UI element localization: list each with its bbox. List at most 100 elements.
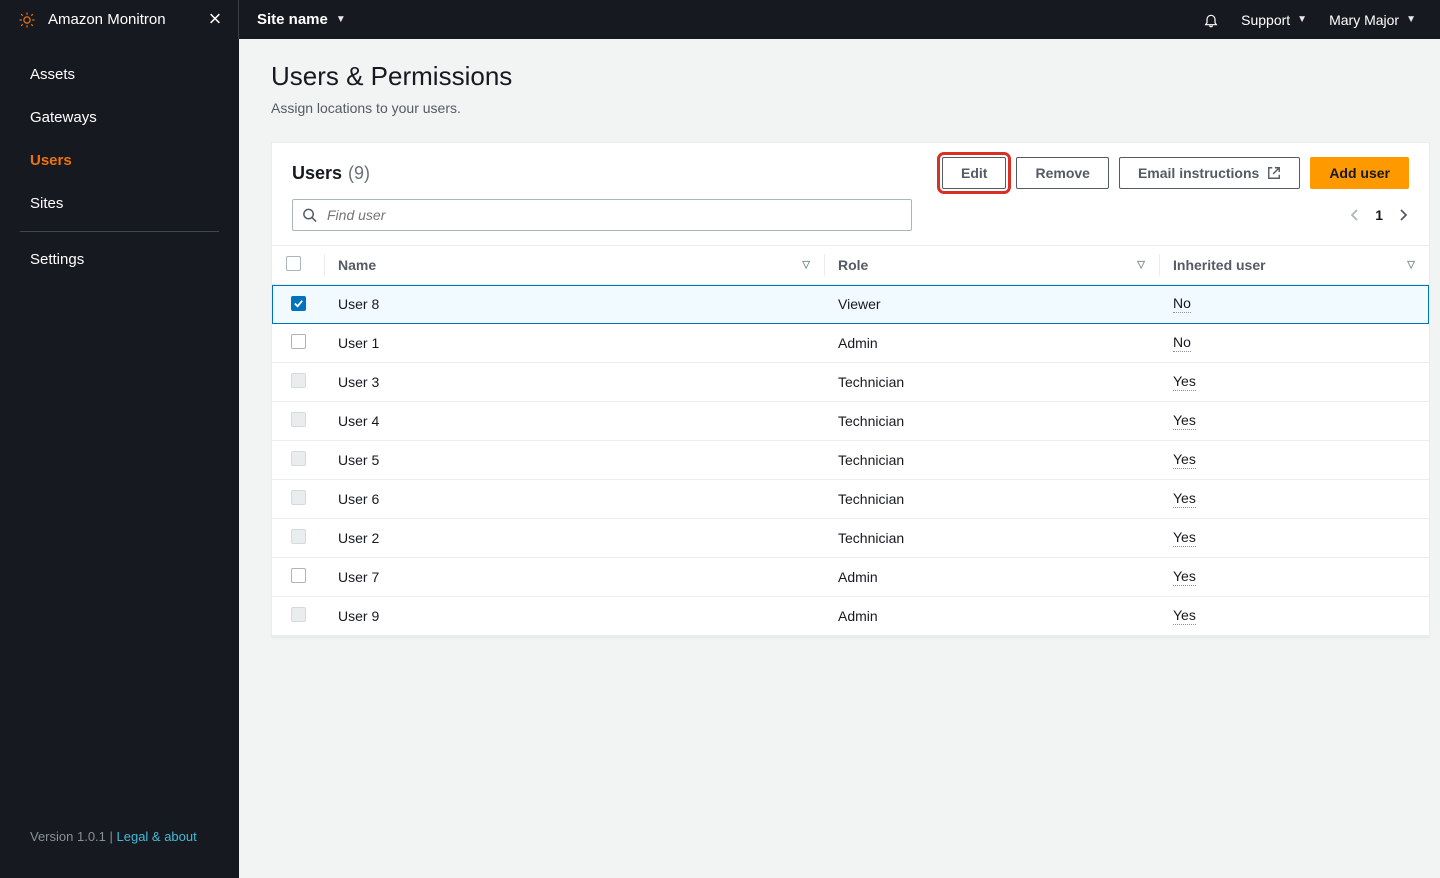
row-checkbox-cell[interactable]: [272, 480, 324, 519]
sort-indicator-icon: ▽: [1407, 260, 1415, 271]
sidebar-item-users[interactable]: Users: [0, 139, 239, 182]
sidebar-item-sites[interactable]: Sites: [0, 182, 239, 225]
row-inherited-cell: Yes: [1159, 597, 1429, 636]
sidebar-item-assets[interactable]: Assets: [0, 53, 239, 96]
row-role-cell: Technician: [824, 519, 1159, 558]
caret-down-icon: ▼: [1297, 14, 1307, 25]
users-panel-title: Users (9): [292, 163, 370, 184]
row-role: Technician: [838, 374, 904, 390]
table-row[interactable]: User 2TechnicianYes: [272, 519, 1429, 558]
row-role-cell: Admin: [824, 597, 1159, 636]
search-icon: [302, 208, 317, 223]
row-inherited-cell: Yes: [1159, 519, 1429, 558]
sidebar-item-label: Gateways: [30, 109, 97, 126]
row-checkbox-cell[interactable]: [272, 363, 324, 402]
panel-toolbar: 1: [272, 189, 1429, 245]
col-header-name-label: Name: [338, 257, 376, 273]
row-name: User 5: [338, 452, 379, 468]
col-header-role[interactable]: Role ▽: [824, 246, 1159, 285]
row-inherited: Yes: [1173, 529, 1196, 547]
row-role-cell: Technician: [824, 441, 1159, 480]
search-input[interactable]: [292, 199, 912, 231]
sidebar: Assets Gateways Users Sites Settings Ver…: [0, 39, 239, 878]
edit-button[interactable]: Edit: [942, 157, 1006, 189]
table-row[interactable]: User 3 Technician Yes: [272, 363, 1429, 402]
pager-prev[interactable]: [1349, 209, 1361, 221]
row-inherited-cell: Yes: [1159, 363, 1429, 402]
user-menu[interactable]: Mary Major ▼: [1329, 12, 1416, 28]
table-row[interactable]: User 9 Admin Yes: [272, 597, 1429, 636]
row-role-cell: Viewer: [824, 285, 1159, 324]
sidebar-item-label: Users: [30, 152, 72, 169]
topbar-right: Support ▼ Mary Major ▼: [1203, 12, 1440, 28]
col-header-checkbox[interactable]: [272, 246, 324, 285]
row-inherited: Yes: [1173, 568, 1196, 586]
topbar: Amazon Monitron Site name ▼ Support ▼ Ma…: [0, 0, 1440, 39]
row-checkbox-cell[interactable]: [272, 597, 324, 636]
row-inherited: Yes: [1173, 607, 1196, 625]
table-row[interactable]: User 6TechnicianYes: [272, 480, 1429, 519]
row-checkbox[interactable]: [291, 412, 306, 427]
row-checkbox[interactable]: [291, 529, 306, 544]
row-checkbox[interactable]: [291, 568, 306, 583]
users-table: Name ▽ Role ▽ Inherited user ▽ User 8: [272, 245, 1429, 636]
support-label: Support: [1241, 12, 1290, 28]
row-inherited-cell: Yes: [1159, 480, 1429, 519]
row-inherited: Yes: [1173, 412, 1196, 430]
page-title: Users & Permissions: [271, 61, 1408, 92]
select-all-checkbox[interactable]: [286, 256, 301, 271]
footer-sep: |: [106, 829, 117, 844]
email-instructions-label: Email instructions: [1138, 165, 1259, 181]
row-checkbox[interactable]: [291, 373, 306, 388]
pager-next[interactable]: [1397, 209, 1409, 221]
site-selector[interactable]: Site name ▼: [239, 11, 346, 28]
table-row[interactable]: User 8ViewerNo: [272, 285, 1429, 324]
panel-actions: Edit Remove Email instructions Add user: [942, 157, 1409, 189]
row-inherited-cell: Yes: [1159, 441, 1429, 480]
row-name-cell: User 9: [324, 597, 824, 636]
sidebar-item-label: Settings: [30, 251, 84, 268]
row-role-cell: Technician: [824, 363, 1159, 402]
row-name: User 9: [338, 608, 379, 624]
panel-title-count: (9): [348, 163, 370, 184]
bell-icon: [1203, 12, 1219, 28]
table-row[interactable]: User 7 Admin Yes: [272, 558, 1429, 597]
col-header-name[interactable]: Name ▽: [324, 246, 824, 285]
sidebar-footer: Version 1.0.1 | Legal & about: [0, 809, 239, 878]
close-icon[interactable]: [208, 9, 222, 30]
table-row[interactable]: User 5 TechnicianYes: [272, 441, 1429, 480]
row-checkbox[interactable]: [291, 490, 306, 505]
sidebar-item-gateways[interactable]: Gateways: [0, 96, 239, 139]
col-header-inherited[interactable]: Inherited user ▽: [1159, 246, 1429, 285]
row-name: User 3: [338, 374, 379, 390]
row-checkbox[interactable]: [291, 607, 306, 622]
table-row[interactable]: User 1AdminNo: [272, 324, 1429, 363]
row-name-cell: User 7: [324, 558, 824, 597]
row-name: User 7: [338, 569, 379, 585]
remove-button[interactable]: Remove: [1016, 157, 1108, 189]
row-role-cell: Technician: [824, 480, 1159, 519]
row-checkbox[interactable]: [291, 334, 306, 349]
row-checkbox-cell[interactable]: [272, 402, 324, 441]
support-menu[interactable]: Support ▼: [1241, 12, 1307, 28]
row-name-cell: User 3: [324, 363, 824, 402]
email-instructions-button[interactable]: Email instructions: [1119, 157, 1300, 189]
table-row[interactable]: User 4TechnicianYes: [272, 402, 1429, 441]
row-checkbox-cell[interactable]: [272, 441, 324, 480]
row-checkbox-cell[interactable]: [272, 558, 324, 597]
row-inherited-cell: Yes: [1159, 402, 1429, 441]
row-checkbox[interactable]: [291, 296, 306, 311]
row-checkbox[interactable]: [291, 451, 306, 466]
row-role-cell: Admin: [824, 558, 1159, 597]
row-name: User 4: [338, 413, 379, 429]
row-checkbox-cell[interactable]: [272, 324, 324, 363]
row-checkbox-cell[interactable]: [272, 519, 324, 558]
sort-indicator-icon: ▽: [802, 260, 810, 271]
sidebar-item-settings[interactable]: Settings: [0, 238, 239, 281]
main-content: Users & Permissions Assign locations to …: [239, 39, 1440, 878]
row-checkbox-cell[interactable]: [272, 285, 324, 324]
sidebar-item-label: Sites: [30, 195, 63, 212]
legal-link[interactable]: Legal & about: [117, 829, 197, 844]
notifications-button[interactable]: [1203, 12, 1219, 28]
add-user-button[interactable]: Add user: [1310, 157, 1409, 189]
